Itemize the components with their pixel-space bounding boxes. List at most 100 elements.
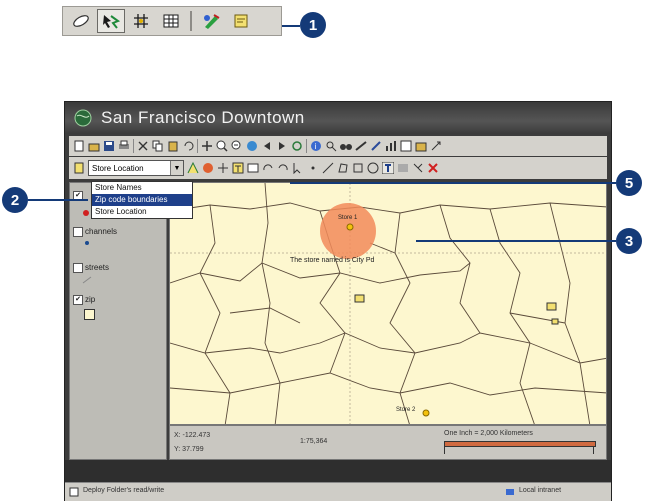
callout-2: 2 — [2, 187, 28, 213]
hyperlink-icon[interactable] — [370, 140, 382, 152]
binoculars-icon[interactable] — [340, 140, 352, 152]
select-map-element-icon[interactable] — [97, 9, 125, 33]
store-1-label: Store 1 — [338, 215, 358, 221]
help-icon[interactable] — [430, 140, 442, 152]
rectangle-icon[interactable] — [352, 162, 364, 174]
draw-toolbar: Store Location ▼ — [69, 157, 607, 179]
polygon-icon[interactable] — [337, 162, 349, 174]
callout-2-leader — [28, 199, 88, 201]
callout-3-leader — [416, 240, 616, 242]
callout-3: 3 — [616, 228, 642, 254]
font-icon[interactable] — [397, 162, 409, 174]
store-flag-icon — [551, 318, 559, 325]
store-1-marker[interactable] — [346, 223, 354, 231]
redo-arrow-icon[interactable] — [262, 162, 274, 174]
checkbox-icon[interactable] — [73, 263, 83, 273]
full-extent-icon[interactable] — [246, 140, 258, 152]
copy-icon[interactable] — [152, 140, 164, 152]
split-icon[interactable] — [217, 162, 229, 174]
new-icon[interactable] — [73, 140, 85, 152]
toolbar-separator — [190, 11, 192, 31]
map-display[interactable]: The store named is City Pd Store 1 Store… — [169, 182, 607, 425]
toc-layer-streets[interactable]: streets — [73, 263, 109, 273]
store-2-marker[interactable] — [422, 409, 430, 417]
delete-icon[interactable] — [427, 162, 439, 174]
callout-3-label: 3 — [624, 232, 634, 250]
app-window: San Francisco Downtown i Store Location … — [64, 101, 612, 501]
map-annotation-text[interactable]: The store named is City Pd — [290, 257, 374, 264]
snap-grid-icon[interactable] — [127, 9, 155, 33]
paste-icon[interactable] — [167, 140, 179, 152]
x-coordinate: X: -122.473 — [174, 432, 211, 439]
callout-1: 1 — [300, 12, 326, 38]
identify-icon[interactable]: i — [310, 140, 322, 152]
street-symbol-icon — [82, 276, 92, 284]
callout-5-label: 5 — [624, 174, 634, 192]
cut-icon[interactable] — [137, 140, 149, 152]
y-coordinate: Y: 37.799 — [174, 446, 204, 453]
store-symbol-icon — [83, 210, 89, 216]
zip-symbol-swatch — [84, 309, 95, 320]
scale-bar-ticks — [444, 446, 594, 454]
annotation-icon[interactable] — [247, 162, 259, 174]
measure-icon[interactable] — [355, 140, 367, 152]
table-grid-icon[interactable] — [157, 9, 185, 33]
chevron-down-icon[interactable]: ▼ — [170, 161, 183, 175]
checkbox-icon[interactable]: ✔ — [73, 295, 83, 305]
paint-icon[interactable] — [197, 9, 225, 33]
toolbar-separator — [306, 139, 307, 153]
eraser-icon[interactable] — [67, 9, 95, 33]
circle-icon[interactable] — [367, 162, 379, 174]
target-layer-select[interactable]: Store Location ▼ — [88, 160, 184, 176]
text-tool-icon[interactable] — [382, 162, 394, 174]
sketch-tool-icon[interactable] — [187, 162, 199, 174]
callout-1-label: 1 — [308, 16, 318, 34]
layer-option-zip-code-boundaries[interactable]: Zip code boundaries — [92, 194, 192, 206]
target-layer-value: Store Location — [92, 163, 144, 173]
layer-option-store-names[interactable]: Store Names — [92, 182, 192, 194]
find-icon[interactable] — [325, 140, 337, 152]
attributes-icon[interactable] — [202, 162, 214, 174]
window-bottom-strip — [65, 460, 611, 482]
new-text-icon[interactable] — [232, 162, 244, 174]
callout-2-label: 2 — [10, 191, 20, 209]
toc-layer-channels[interactable]: channels — [73, 227, 117, 237]
editor-icon[interactable] — [73, 162, 85, 174]
store-buffer-circle — [320, 203, 376, 259]
title-bar: San Francisco Downtown — [65, 102, 611, 134]
chart-icon[interactable] — [385, 140, 397, 152]
toc-layer-zip[interactable]: ✔ zip — [73, 295, 95, 305]
layer-option-store-location[interactable]: Store Location — [92, 206, 192, 218]
zoom-in-icon[interactable] — [216, 140, 228, 152]
catalog-icon[interactable] — [415, 140, 427, 152]
status-right-text: Local intranet — [519, 487, 562, 494]
layout-icon[interactable] — [400, 140, 412, 152]
pan-icon[interactable] — [201, 140, 213, 152]
globe-icon — [74, 109, 92, 127]
refresh-icon[interactable] — [291, 140, 303, 152]
undo-icon[interactable] — [182, 140, 194, 152]
zoom-out-icon[interactable] — [231, 140, 243, 152]
target-layer-dropdown: Store Names Zip code boundaries Store Lo… — [91, 181, 193, 219]
select-elements-icon[interactable] — [292, 162, 304, 174]
open-icon[interactable] — [88, 140, 100, 152]
print-icon[interactable] — [118, 140, 130, 152]
table-of-contents: ✔ channels streets ✔ zip — [69, 182, 167, 460]
checkbox-icon[interactable] — [73, 227, 83, 237]
next-extent-icon[interactable] — [276, 140, 288, 152]
save-icon[interactable] — [103, 140, 115, 152]
channel-symbol-icon — [85, 241, 89, 245]
undo-arrow-icon[interactable] — [277, 162, 289, 174]
flip-icon[interactable] — [412, 162, 424, 174]
note-icon[interactable] — [227, 9, 255, 33]
toolbar-separator — [197, 139, 198, 153]
store-flag-icon — [546, 302, 557, 311]
window-title: San Francisco Downtown — [101, 108, 305, 127]
map-scale: 1:75,364 — [300, 438, 328, 445]
status-left-text: Deploy Folder's read/write — [83, 487, 165, 494]
point-icon[interactable] — [307, 162, 319, 174]
previous-extent-icon[interactable] — [261, 140, 273, 152]
main-toolbar: i — [69, 136, 607, 156]
line-icon[interactable] — [322, 162, 334, 174]
store-2-label: Store 2 — [396, 407, 416, 413]
